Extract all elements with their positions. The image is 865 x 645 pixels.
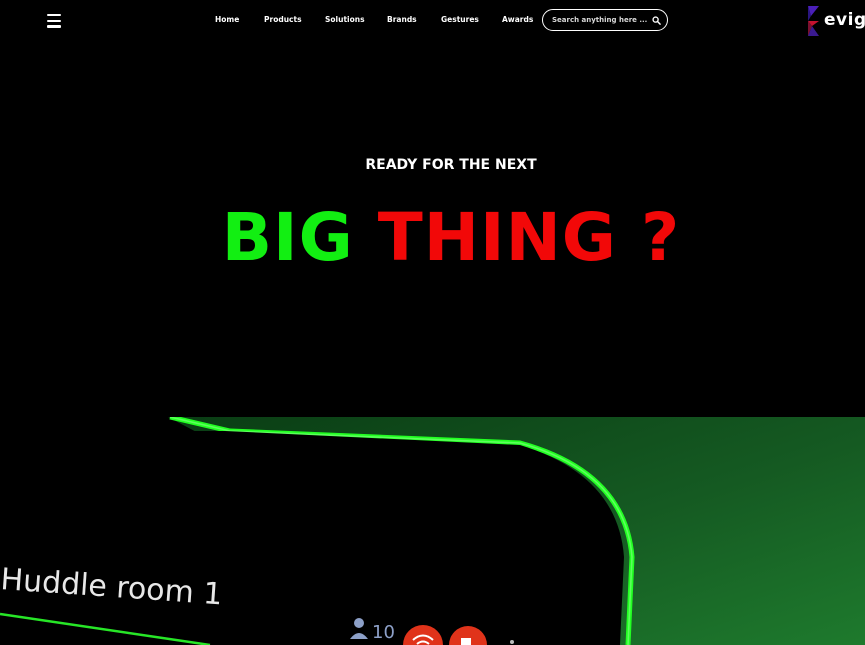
- participant-count: 10: [372, 622, 395, 643]
- brand-logo[interactable]: evig: [806, 4, 865, 38]
- hero-title-thing: THING: [377, 199, 617, 276]
- search-input[interactable]: [552, 14, 647, 26]
- hero-subtitle: READY FOR THE NEXT: [365, 157, 537, 173]
- nav-link-products[interactable]: Products: [264, 15, 302, 24]
- hero-title: BIG THING ?: [0, 200, 865, 276]
- logo-text: evig: [824, 10, 865, 30]
- hero-title-question: ?: [640, 199, 681, 276]
- hero-device-image: Huddle room 1 10: [0, 417, 865, 645]
- logo-mark-icon: [808, 6, 819, 36]
- hero-title-big: BIG: [221, 199, 354, 276]
- search-box: [542, 9, 668, 31]
- nav-link-solutions[interactable]: Solutions: [325, 15, 365, 24]
- menu-icon[interactable]: [47, 14, 61, 28]
- search-icon[interactable]: [652, 16, 661, 25]
- nav-link-brands[interactable]: Brands: [387, 15, 417, 24]
- nav-link-awards[interactable]: Awards: [502, 15, 533, 24]
- nav-link-home[interactable]: Home: [215, 15, 239, 24]
- top-navbar: Home Products Solutions Brands Gestures …: [0, 0, 865, 42]
- nav-link-gestures[interactable]: Gestures: [441, 15, 479, 24]
